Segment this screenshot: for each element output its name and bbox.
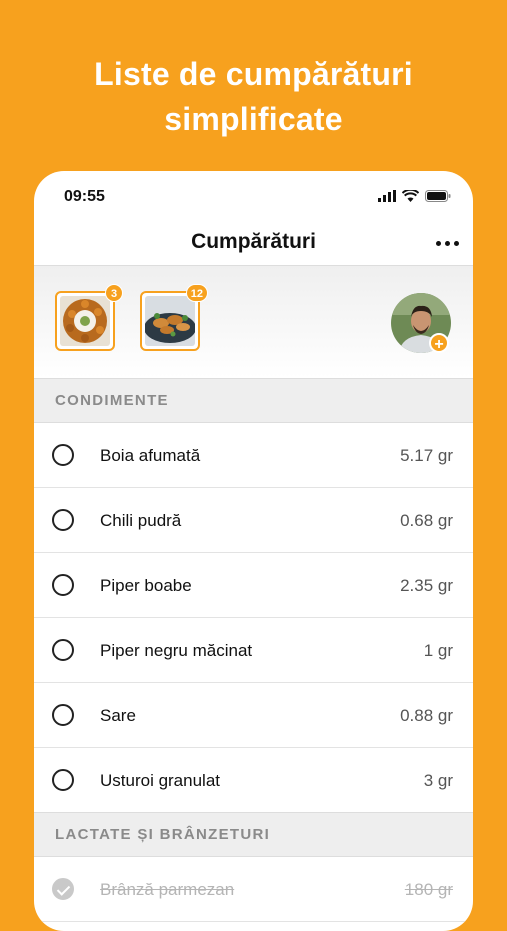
list-item[interactable]: Boia afumată 5.17 gr xyxy=(34,423,473,488)
recipe-count-badge: 3 xyxy=(105,284,123,302)
wifi-icon xyxy=(402,190,419,202)
add-member-icon[interactable]: + xyxy=(429,333,449,353)
item-quantity: 3 gr xyxy=(423,771,453,790)
list-item[interactable]: Piper boabe 2.35 gr xyxy=(34,553,473,618)
list-item[interactable]: Piper negru măcinat 1 gr xyxy=(34,618,473,683)
item-name: Chili pudră xyxy=(100,511,182,530)
status-icons xyxy=(378,190,451,202)
checkbox-circle-icon[interactable] xyxy=(52,574,74,596)
checkbox-circle-icon[interactable] xyxy=(52,509,74,531)
item-quantity: 180 gr xyxy=(404,880,453,899)
recipe-thumb-chicken[interactable]: 12 xyxy=(140,284,208,351)
section-title: LACTATE ȘI BRÂNZETURI xyxy=(55,826,271,843)
item-name: Boia afumată xyxy=(100,446,201,465)
checkbox-circle-icon[interactable] xyxy=(52,444,74,466)
item-quantity: 2.35 gr xyxy=(400,576,453,595)
item-quantity: 1 gr xyxy=(423,641,453,660)
checked-circle-icon[interactable] xyxy=(52,878,74,900)
item-name: Sare xyxy=(100,706,136,725)
item-name: Usturoi granulat xyxy=(100,771,221,790)
list-item[interactable]: Usturoi granulat 3 gr xyxy=(34,748,473,813)
phone-screen: 09:55 Cumpărături 3 12 + CONDIMENTE Boia… xyxy=(34,171,473,931)
item-name: Brânză parmezan xyxy=(100,880,235,899)
item-quantity: 0.68 gr xyxy=(400,511,453,530)
battery-icon xyxy=(425,190,451,202)
item-quantity: 0.88 gr xyxy=(400,706,453,725)
recipe-count-badge: 12 xyxy=(185,284,208,302)
status-time: 09:55 xyxy=(64,188,105,205)
navigation-bar: Cumpărături xyxy=(34,221,473,266)
chicken-plate-image xyxy=(145,296,195,346)
headline-line-2: simplificate xyxy=(164,101,343,137)
checkbox-circle-icon[interactable] xyxy=(52,639,74,661)
list-item[interactable]: Brânză parmezan 180 gr xyxy=(34,857,473,922)
headline: Liste de cumpărături simplificate xyxy=(0,52,507,142)
list-item[interactable]: Sare 0.88 gr xyxy=(34,683,473,748)
recipe-thumb-bowl[interactable]: 3 xyxy=(55,284,123,351)
list-item[interactable]: Chili pudră 0.68 gr xyxy=(34,488,473,553)
section-header: CONDIMENTE xyxy=(34,378,473,423)
item-quantity: 5.17 gr xyxy=(400,446,453,465)
status-bar: 09:55 xyxy=(34,171,473,221)
headline-line-1: Liste de cumpărături xyxy=(94,56,413,92)
bowl-dip-image xyxy=(60,296,110,346)
checkbox-circle-icon[interactable] xyxy=(52,769,74,791)
page-title: Cumpărături xyxy=(191,230,316,253)
more-options-icon[interactable] xyxy=(436,241,459,246)
item-name: Piper negru măcinat xyxy=(100,641,253,660)
checkbox-circle-icon[interactable] xyxy=(52,704,74,726)
signal-icon xyxy=(378,190,396,202)
item-name: Piper boabe xyxy=(100,576,192,595)
section-header: LACTATE ȘI BRÂNZETURI xyxy=(34,812,473,857)
section-title: CONDIMENTE xyxy=(55,392,169,409)
